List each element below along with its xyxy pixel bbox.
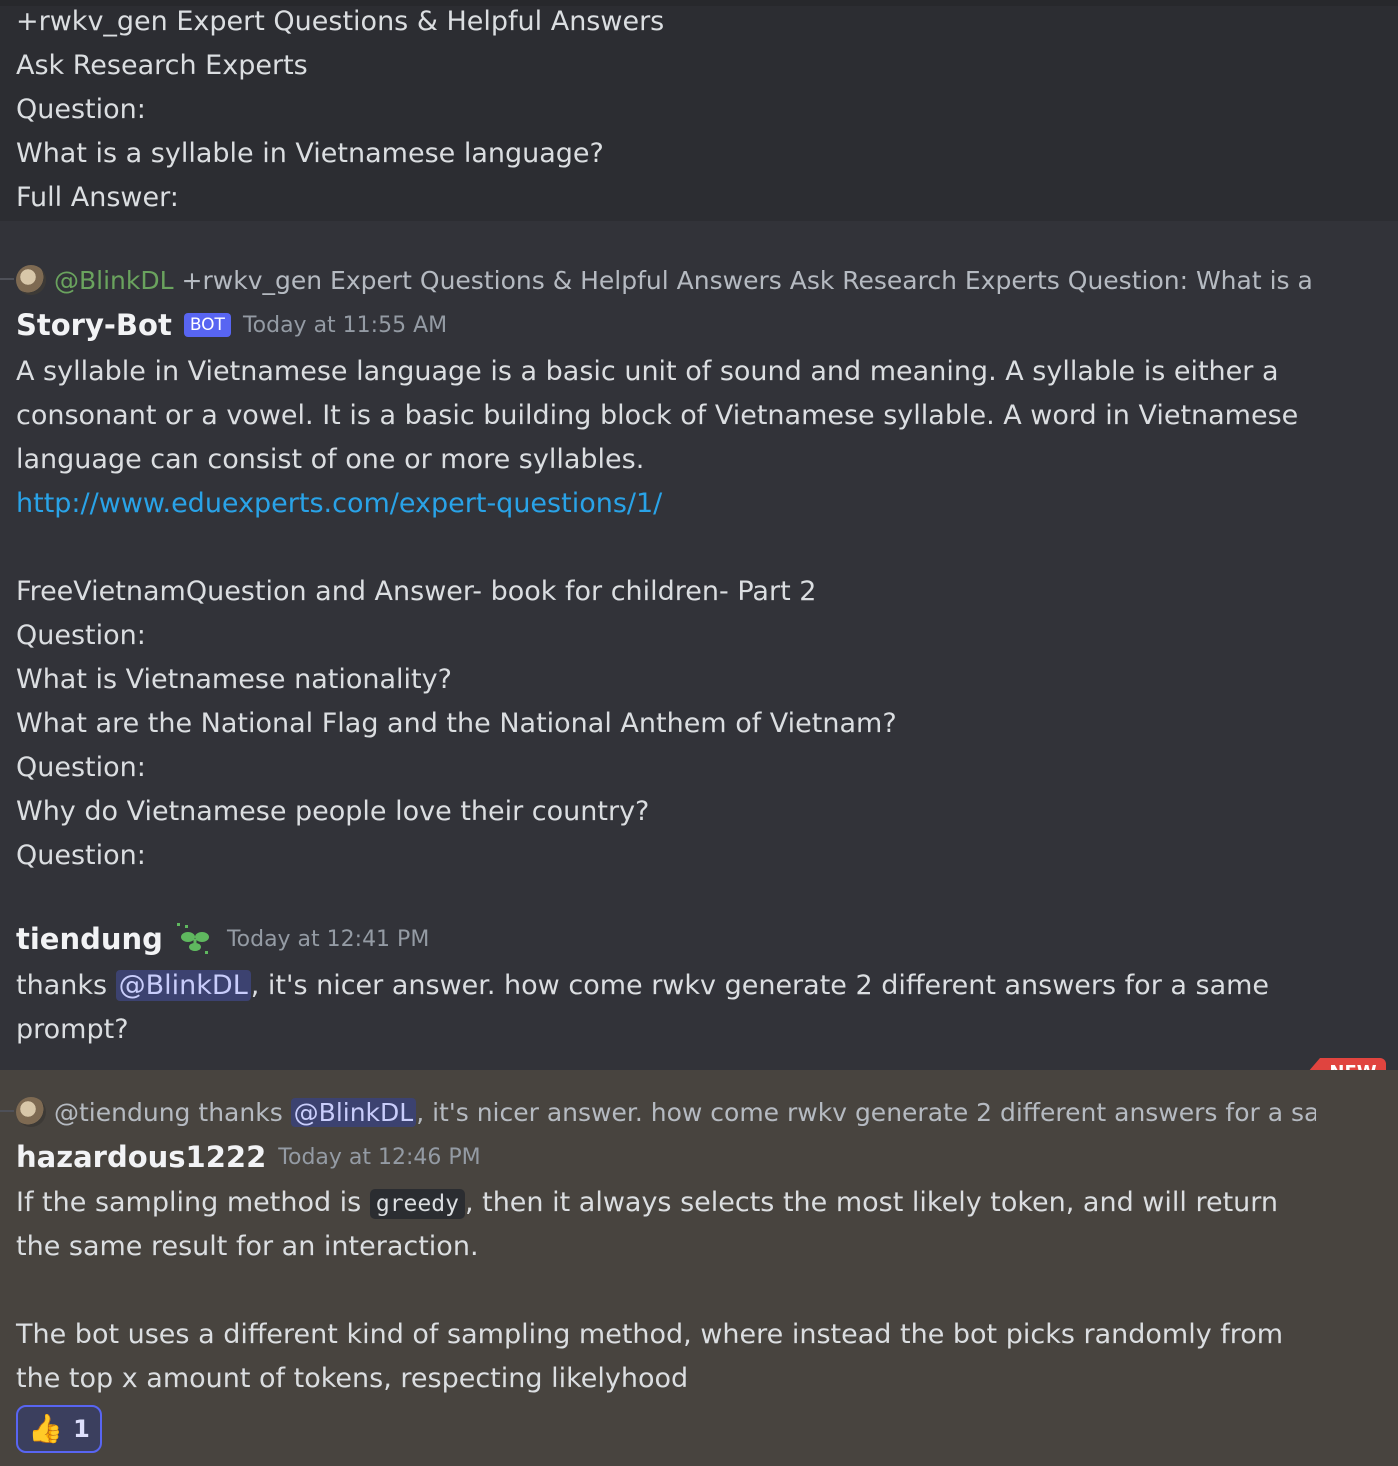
reaction-thumbs-up[interactable]: 👍 1	[16, 1405, 102, 1453]
prompt-line: Full Answer:	[16, 182, 179, 213]
message-header: Story-Bot BOT Today at 11:55 AM	[16, 308, 447, 342]
message-header: tiendung Today at 12:41 PM	[16, 921, 429, 957]
message-line: FreeVietnamQuestion and Answer- book for…	[16, 576, 817, 607]
message-text: If the sampling method is	[16, 1187, 370, 1218]
reply-reference[interactable]: @tiendung thanks @BlinkDL, it's nicer an…	[16, 1094, 1316, 1130]
sprout-icon	[176, 923, 209, 954]
message-line: the same result for an interaction.	[16, 1231, 479, 1262]
user-mention[interactable]: @BlinkDL	[290, 1097, 417, 1127]
reply-preview[interactable]: +rwkv_gen Expert Questions & Helpful Ans…	[182, 266, 1316, 295]
prompt-line: What is a syllable in Vietnamese languag…	[16, 138, 604, 169]
thumbs-up-icon: 👍	[28, 1412, 64, 1445]
message-line: thanks @BlinkDL, it's nicer answer. how …	[16, 964, 1269, 1008]
message-text: , it's nicer answer. how come rwkv gener…	[250, 970, 1270, 1001]
message-line: Why do Vietnamese people love their coun…	[16, 796, 650, 827]
reply-spine	[0, 278, 14, 280]
message-line: language can consist of one or more syll…	[16, 444, 645, 475]
prompt-line: +rwkv_gen Expert Questions & Helpful Ans…	[16, 6, 665, 37]
timestamp[interactable]: Today at 12:46 PM	[278, 1145, 480, 1170]
username[interactable]: Story-Bot	[16, 308, 172, 342]
bot-message: @BlinkDL +rwkv_gen Expert Questions & He…	[0, 221, 1398, 1070]
inline-code: greedy	[369, 1189, 465, 1219]
message-line: the top x amount of tokens, respecting l…	[16, 1363, 689, 1394]
prompt-line: Question:	[16, 94, 146, 125]
message-line: If the sampling method is greedy, then i…	[16, 1181, 1278, 1226]
message-text: , then it always selects the most likely…	[464, 1187, 1279, 1218]
reaction-count: 1	[73, 1415, 90, 1443]
prompt-line: Ask Research Experts	[16, 50, 308, 81]
reply-username[interactable]: @BlinkDL	[54, 266, 174, 295]
username[interactable]: hazardous1222	[16, 1140, 266, 1174]
message-line: A syllable in Vietnamese language is a b…	[16, 356, 1279, 387]
message-line: consonant or a vowel. It is a basic buil…	[16, 400, 1299, 431]
bot-badge: BOT	[183, 313, 231, 337]
avatar[interactable]	[16, 265, 46, 295]
avatar[interactable]	[16, 1097, 46, 1127]
message-line: Question:	[16, 620, 146, 651]
reply-text: , it's nicer answer. how come rwkv gener…	[416, 1097, 1316, 1127]
message-line: The bot uses a different kind of samplin…	[16, 1319, 1284, 1350]
message-line: What is Vietnamese nationality?	[16, 664, 452, 695]
hazardous-message: @tiendung thanks @BlinkDL, it's nicer an…	[0, 1070, 1398, 1466]
reply-reference[interactable]: @BlinkDL +rwkv_gen Expert Questions & He…	[16, 262, 1316, 298]
message-header: hazardous1222 Today at 12:46 PM	[16, 1140, 481, 1174]
timestamp[interactable]: Today at 11:55 AM	[243, 313, 447, 338]
message-line: What are the National Flag and the Natio…	[16, 708, 897, 739]
message-line: prompt?	[16, 1014, 129, 1045]
reply-text: thanks	[198, 1097, 291, 1127]
message-text: thanks	[16, 970, 116, 1001]
reply-username[interactable]: @tiendung	[54, 1098, 190, 1127]
username[interactable]: tiendung	[16, 922, 163, 956]
reply-preview[interactable]: thanks @BlinkDL, it's nicer answer. how …	[198, 1097, 1316, 1127]
message-line: Question:	[16, 752, 146, 783]
message-link[interactable]: http://www.eduexperts.com/expert-questio…	[16, 482, 662, 526]
timestamp[interactable]: Today at 12:41 PM	[227, 927, 429, 952]
user-mention[interactable]: @BlinkDL	[115, 970, 251, 1001]
prompt-message: +rwkv_gen Expert Questions & Helpful Ans…	[0, 6, 1398, 221]
reply-spine	[0, 1110, 14, 1112]
message-line: Question:	[16, 840, 146, 871]
